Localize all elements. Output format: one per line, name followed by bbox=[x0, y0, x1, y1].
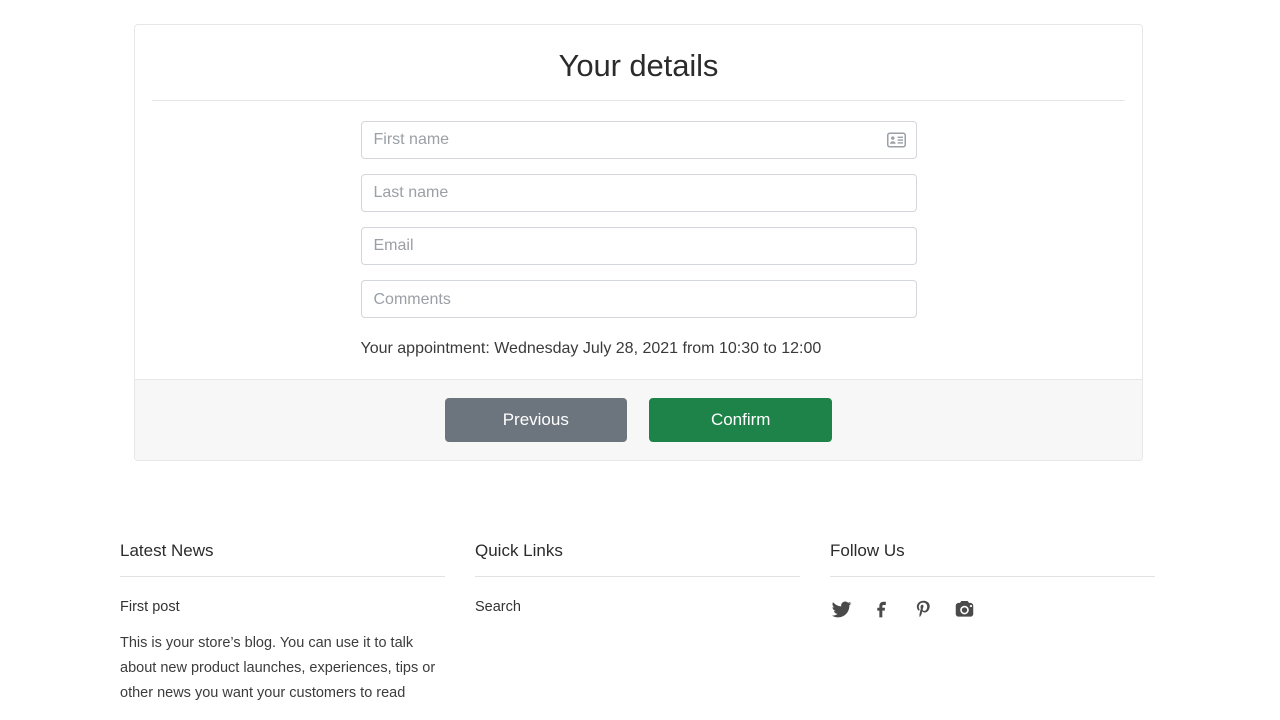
facebook-icon[interactable] bbox=[871, 598, 893, 620]
contact-card-autofill-icon[interactable] bbox=[886, 132, 906, 148]
first-name-input[interactable] bbox=[360, 121, 917, 160]
email-input[interactable] bbox=[360, 227, 917, 266]
previous-button[interactable]: Previous bbox=[444, 398, 627, 442]
confirm-button[interactable]: Confirm bbox=[649, 398, 833, 442]
card-body: Your details First name Last name Email … bbox=[135, 25, 1142, 379]
quick-link-search[interactable]: Search bbox=[475, 598, 521, 617]
instagram-icon[interactable] bbox=[953, 598, 975, 620]
site-footer: Latest News First post This is your stor… bbox=[0, 540, 1280, 706]
social-links bbox=[830, 598, 1155, 620]
card-footer-actions: Previous Confirm bbox=[135, 379, 1142, 460]
pinterest-icon[interactable] bbox=[912, 598, 934, 620]
your-details-card: Your details First name Last name Email … bbox=[134, 24, 1143, 461]
page-title: Your details bbox=[558, 48, 719, 83]
first-name-field-wrap bbox=[360, 121, 917, 160]
footer-divider bbox=[830, 576, 1155, 578]
footer-column-follow-us: Follow Us bbox=[830, 540, 1155, 706]
footer-divider bbox=[120, 576, 445, 578]
comments-field-wrap bbox=[360, 280, 917, 319]
blog-post-title[interactable]: First post bbox=[120, 598, 445, 617]
twitter-icon[interactable] bbox=[830, 598, 852, 620]
appointment-summary: Your appointment: Wednesday July 28, 202… bbox=[360, 340, 822, 358]
footer-column-latest-news: Latest News First post This is your stor… bbox=[120, 540, 445, 706]
comments-input[interactable] bbox=[360, 280, 917, 319]
last-name-input[interactable] bbox=[360, 174, 917, 213]
blog-post-excerpt: This is your store’s blog. You can use i… bbox=[120, 634, 436, 701]
email-field-wrap bbox=[360, 227, 917, 266]
footer-column-quick-links: Quick Links Search bbox=[475, 540, 800, 706]
footer-heading-latest-news: Latest News bbox=[120, 541, 214, 560]
details-form: Your appointment: Wednesday July 28, 202… bbox=[135, 101, 1142, 361]
footer-heading-quick-links: Quick Links bbox=[475, 541, 563, 560]
footer-divider bbox=[475, 576, 800, 578]
footer-heading-follow-us: Follow Us bbox=[830, 541, 905, 560]
last-name-field-wrap bbox=[360, 174, 917, 213]
